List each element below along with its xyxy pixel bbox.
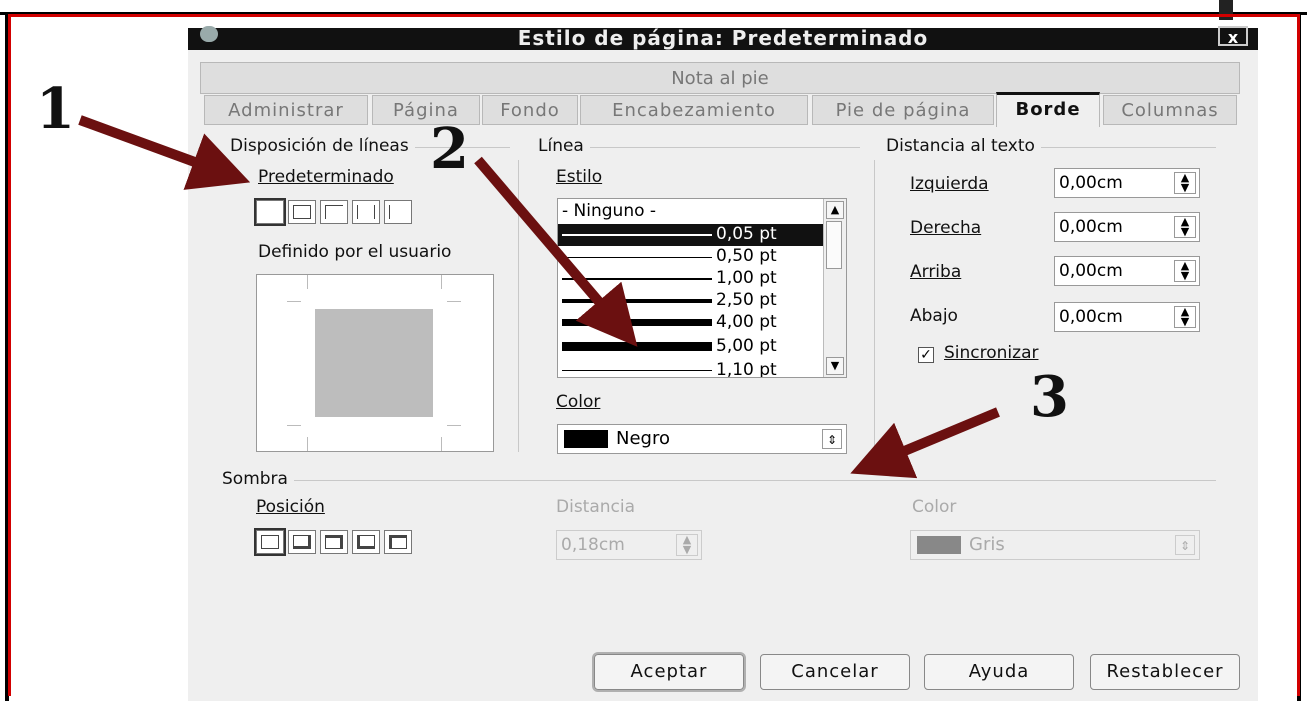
annotation-number-2: 2 (430, 116, 469, 182)
annotation-number-1: 1 (36, 76, 75, 142)
arrow-three (850, 407, 1000, 479)
annotation-arrows (78, 115, 1000, 479)
arrow-two (474, 156, 638, 347)
annotation-number-3: 3 (1030, 364, 1069, 430)
arrow-one (78, 115, 251, 190)
